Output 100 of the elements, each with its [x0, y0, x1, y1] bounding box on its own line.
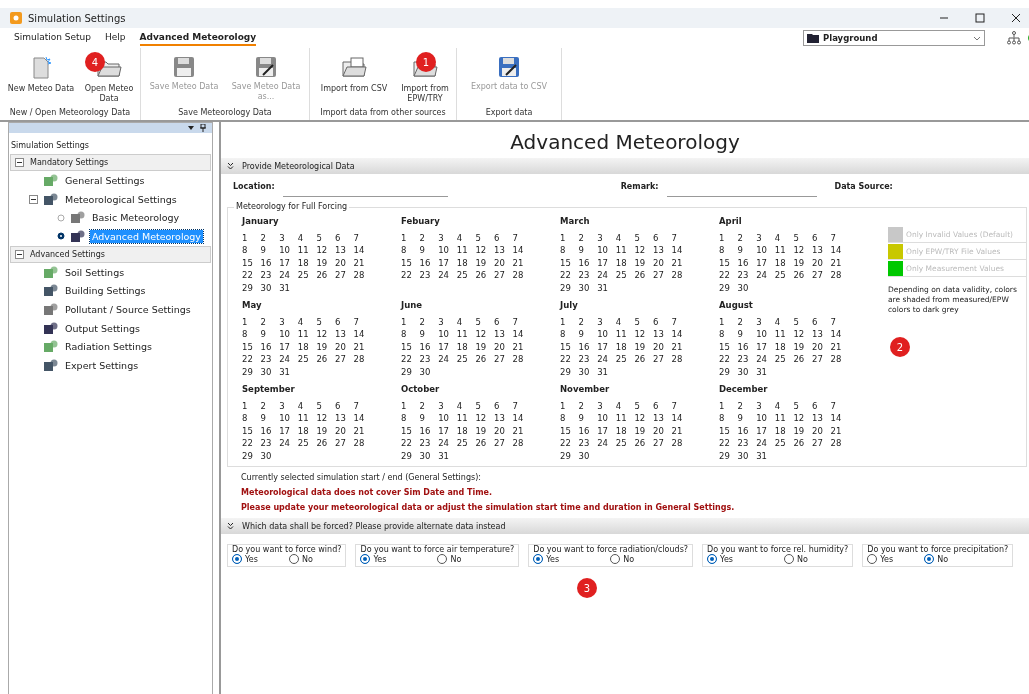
- day-number[interactable]: 7: [512, 316, 532, 329]
- day-number[interactable]: 28: [353, 269, 373, 282]
- day-number[interactable]: 17: [597, 340, 616, 354]
- day-number[interactable]: 26: [316, 353, 335, 366]
- day-number[interactable]: 24: [597, 269, 616, 282]
- day-number[interactable]: 4: [297, 232, 317, 245]
- day-number[interactable]: 29: [242, 281, 261, 295]
- day-number[interactable]: 8: [719, 244, 738, 257]
- day-number[interactable]: 23: [260, 269, 280, 282]
- day-number[interactable]: 4: [456, 316, 476, 329]
- day-number[interactable]: 18: [297, 424, 317, 438]
- radio-button[interactable]: [289, 554, 299, 565]
- day-number[interactable]: 18: [297, 256, 317, 270]
- day-number[interactable]: 9: [578, 412, 598, 425]
- day-number[interactable]: 22: [401, 437, 420, 450]
- day-number[interactable]: 23: [419, 353, 439, 366]
- day-number[interactable]: 16: [578, 424, 598, 438]
- day-number[interactable]: 18: [615, 424, 635, 438]
- day-number[interactable]: 9: [260, 412, 280, 425]
- day-number[interactable]: 7: [512, 232, 532, 245]
- day-number[interactable]: 12: [634, 244, 653, 257]
- day-number[interactable]: 25: [456, 353, 476, 366]
- day-number[interactable]: 19: [475, 256, 494, 270]
- day-number[interactable]: 30: [737, 281, 757, 295]
- tree-item[interactable]: Meteorological Settings: [63, 192, 179, 206]
- day-number[interactable]: 18: [615, 340, 635, 354]
- day-number[interactable]: 17: [279, 256, 298, 270]
- day-number[interactable]: 29: [242, 449, 261, 463]
- day-number[interactable]: 3: [597, 232, 616, 245]
- day-number[interactable]: 19: [634, 256, 653, 270]
- day-number[interactable]: 9: [737, 244, 757, 257]
- day-number[interactable]: 12: [475, 412, 494, 425]
- day-number[interactable]: 28: [671, 437, 691, 450]
- day-number[interactable]: 2: [260, 316, 280, 329]
- day-number[interactable]: 11: [615, 328, 635, 341]
- day-number[interactable]: 7: [671, 232, 691, 245]
- tree-item[interactable]: Building Settings: [63, 284, 148, 298]
- day-number[interactable]: 25: [297, 437, 317, 450]
- day-number[interactable]: 17: [438, 340, 457, 354]
- day-number[interactable]: 21: [353, 424, 373, 438]
- day-number[interactable]: 28: [830, 269, 850, 282]
- day-number[interactable]: 15: [242, 424, 261, 438]
- day-number[interactable]: 1: [719, 316, 738, 329]
- day-number[interactable]: 10: [756, 328, 775, 341]
- day-number[interactable]: 11: [456, 244, 476, 257]
- day-number[interactable]: 14: [671, 244, 691, 257]
- day-number[interactable]: 31: [438, 449, 457, 463]
- day-number[interactable]: 13: [811, 328, 831, 341]
- day-number[interactable]: 15: [560, 340, 579, 354]
- day-number[interactable]: 6: [493, 232, 513, 245]
- day-number[interactable]: 27: [811, 269, 831, 282]
- day-number[interactable]: 10: [756, 412, 775, 425]
- day-number[interactable]: 25: [615, 437, 635, 450]
- day-number[interactable]: 22: [242, 269, 261, 282]
- day-number[interactable]: 10: [756, 244, 775, 257]
- day-number[interactable]: 21: [671, 256, 691, 270]
- day-number[interactable]: 31: [597, 281, 616, 295]
- day-number[interactable]: 4: [297, 316, 317, 329]
- day-number[interactable]: 8: [560, 412, 579, 425]
- day-number[interactable]: 31: [756, 365, 775, 379]
- day-number[interactable]: 8: [719, 328, 738, 341]
- radio-option[interactable]: No: [289, 554, 329, 565]
- day-number[interactable]: 29: [560, 365, 579, 379]
- day-number[interactable]: 26: [634, 269, 653, 282]
- day-number[interactable]: 31: [279, 365, 298, 379]
- day-number[interactable]: 7: [671, 316, 691, 329]
- day-number[interactable]: 8: [401, 412, 420, 425]
- day-number[interactable]: 13: [493, 328, 513, 341]
- day-number[interactable]: 11: [456, 328, 476, 341]
- day-number[interactable]: 7: [830, 400, 850, 413]
- tree-item[interactable]: Output Settings: [63, 321, 142, 335]
- day-number[interactable]: 24: [438, 353, 457, 366]
- day-number[interactable]: 30: [419, 449, 439, 463]
- day-number[interactable]: 3: [438, 232, 457, 245]
- day-number[interactable]: 10: [279, 412, 298, 425]
- day-number[interactable]: 15: [560, 256, 579, 270]
- day-number[interactable]: 22: [719, 269, 738, 282]
- collapse-icon[interactable]: [29, 194, 38, 204]
- day-number[interactable]: 18: [297, 340, 317, 354]
- day-number[interactable]: 23: [260, 353, 280, 366]
- day-number[interactable]: 2: [260, 232, 280, 245]
- day-number[interactable]: 26: [316, 437, 335, 450]
- day-number[interactable]: 7: [671, 400, 691, 413]
- day-number[interactable]: 21: [353, 256, 373, 270]
- day-number[interactable]: 21: [512, 340, 532, 354]
- tree-item[interactable]: General Settings: [63, 173, 147, 187]
- day-number[interactable]: 3: [279, 400, 298, 413]
- day-number[interactable]: 9: [419, 412, 439, 425]
- radio-button[interactable]: [610, 554, 621, 565]
- day-number[interactable]: 11: [297, 244, 317, 257]
- day-number[interactable]: 27: [652, 353, 672, 366]
- radio-button[interactable]: [360, 554, 371, 565]
- day-number[interactable]: 19: [475, 340, 494, 354]
- day-number[interactable]: 28: [353, 353, 373, 366]
- day-number[interactable]: 25: [774, 437, 794, 450]
- day-number[interactable]: 22: [242, 353, 261, 366]
- day-number[interactable]: 17: [756, 256, 775, 270]
- day-number[interactable]: 5: [316, 316, 335, 329]
- day-number[interactable]: 5: [475, 232, 494, 245]
- day-number[interactable]: 5: [316, 232, 335, 245]
